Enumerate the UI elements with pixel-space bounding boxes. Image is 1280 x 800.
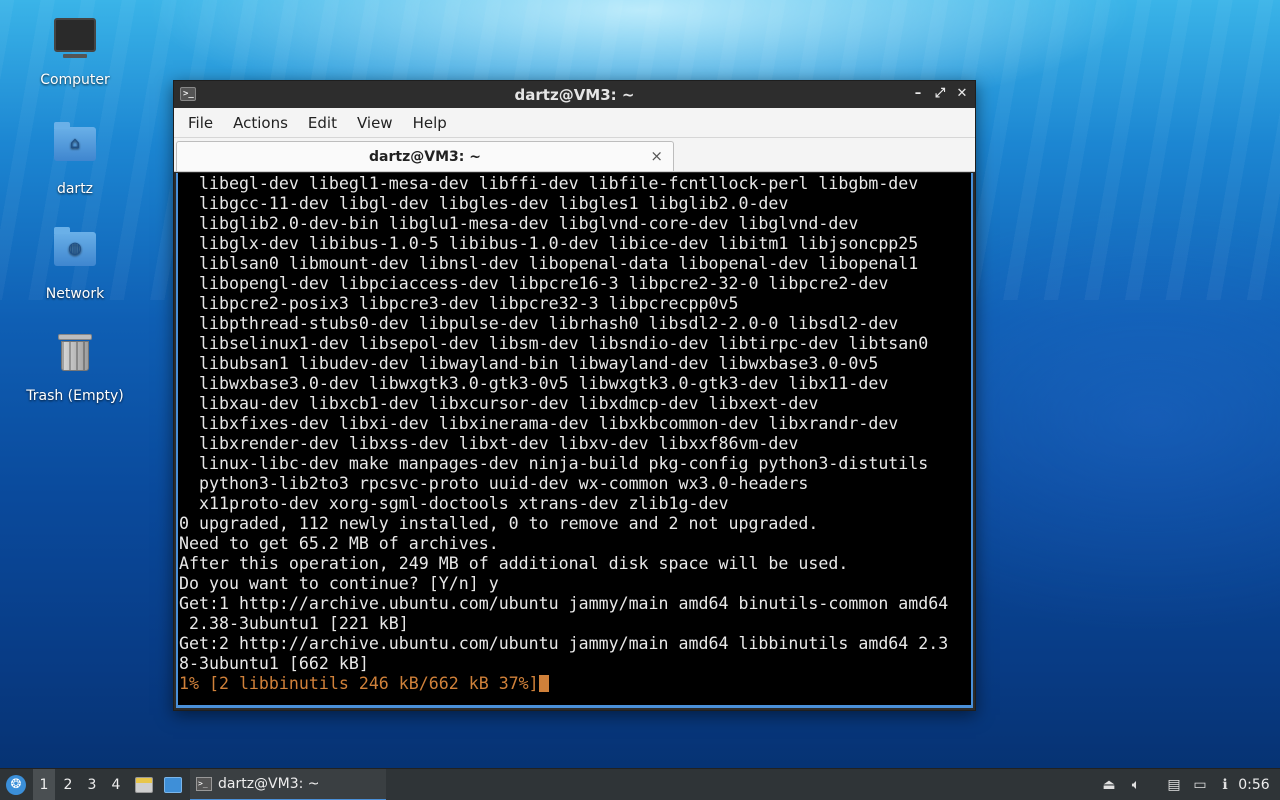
home-folder-icon: ⌂ [51, 122, 99, 175]
terminal-icon: >_ [196, 777, 212, 791]
clipboard-icon[interactable]: ▤ [1163, 769, 1185, 800]
terminal-line: libxfixes-dev libxi-dev libxinerama-dev … [198, 414, 899, 433]
terminal-line: libopengl-dev libpciaccess-dev libpcre16… [198, 274, 889, 293]
terminal-line: Get:1 http://archive.ubuntu.com/ubuntu j… [179, 594, 949, 613]
terminal-line: libxau-dev libxcb1-dev libxcursor-dev li… [198, 394, 819, 413]
tab-strip: dartz@VM3: ~ × [174, 138, 975, 172]
computer-icon [51, 18, 99, 66]
network-folder-icon: ◍ [51, 227, 99, 280]
menu-view[interactable]: View [347, 108, 403, 138]
terminal-line: 8-3ubuntu1 [662 kB] [179, 654, 369, 673]
terminal-line: linux-libc-dev make manpages-dev ninja-b… [198, 454, 929, 473]
workspace-1[interactable]: 1 [33, 769, 55, 800]
terminal-line: libxrender-dev libxss-dev libxt-dev libx… [198, 434, 799, 453]
terminal-line: After this operation, 249 MB of addition… [179, 554, 849, 573]
lubuntu-logo-icon: ❂ [6, 775, 26, 795]
window-titlebar[interactable]: >_ dartz@VM3: ~ – ⤢ ✕ [174, 81, 975, 108]
workspace-2[interactable]: 2 [57, 769, 79, 800]
terminal-line: libpthread-stubs0-dev libpulse-dev librh… [198, 314, 899, 333]
tab-terminal[interactable]: dartz@VM3: ~ × [176, 141, 674, 171]
terminal-line: Need to get 65.2 MB of archives. [179, 534, 499, 553]
minimize-icon[interactable]: – [911, 85, 925, 103]
terminal-line: x11proto-dev xorg-sgml-doctools xtrans-d… [198, 494, 729, 513]
maximize-icon[interactable]: ⤢ [933, 85, 947, 103]
menu-actions[interactable]: Actions [223, 108, 298, 138]
desktop-icon-label: Trash (Empty) [26, 388, 124, 404]
terminal-line: libglx-dev libibus-1.0-5 libibus-1.0-dev… [198, 234, 919, 253]
terminal-line: libubsan1 libudev-dev libwayland-bin lib… [198, 354, 879, 373]
tab-label: dartz@VM3: ~ [369, 148, 481, 165]
desktop-icon-network[interactable]: ◍ Network [20, 226, 130, 302]
file-manager-icon [135, 777, 153, 793]
desktop-icon-label: dartz [56, 181, 94, 197]
terminal-line: 0 upgraded, 112 newly installed, 0 to re… [179, 514, 819, 533]
terminal-window: >_ dartz@VM3: ~ – ⤢ ✕ File Actions Edit … [173, 80, 976, 711]
terminal-line: libegl-dev libegl1-mesa-dev libffi-dev l… [198, 174, 919, 193]
terminal-output[interactable]: libegl-dev libegl1-mesa-dev libffi-dev l… [176, 173, 973, 708]
desktop-icon-trash[interactable]: Trash (Empty) [20, 330, 130, 404]
terminal-line: 2.38-3ubuntu1 [221 kB] [188, 614, 409, 633]
package-updates-icon[interactable]: ⏏ [1098, 769, 1120, 800]
terminal-line: liblsan0 libmount-dev libnsl-dev libopen… [198, 254, 919, 273]
terminal-line: Do you want to continue? [Y/n] y [179, 574, 499, 593]
network-status-icon[interactable]: ▭ [1189, 769, 1211, 800]
start-menu-button[interactable]: ❂ [4, 769, 28, 800]
terminal-text: libegl-dev libegl1-mesa-dev libffi-dev l… [179, 174, 948, 694]
terminal-line: libselinux1-dev libsepol-dev libsm-dev l… [198, 334, 929, 353]
menubar: File Actions Edit View Help [174, 108, 975, 138]
volume-icon[interactable]: 🔈︎ [1125, 769, 1147, 800]
terminal-line: libgcc-11-dev libgl-dev libgles-dev libg… [198, 194, 789, 213]
close-icon[interactable]: ✕ [955, 85, 969, 103]
trash-icon [51, 334, 99, 382]
workspace-4[interactable]: 4 [105, 769, 127, 800]
file-manager-launcher[interactable] [133, 769, 155, 800]
menu-file[interactable]: File [178, 108, 223, 138]
taskbar-window-label: dartz@VM3: ~ [218, 776, 320, 792]
desktop-icon-label: Network [45, 286, 105, 302]
desktop-icon-label: Computer [40, 72, 110, 88]
terminal-line: libglib2.0-dev-bin libglu1-mesa-dev libg… [198, 214, 859, 233]
desktop-icon-home[interactable]: ⌂ dartz [20, 121, 130, 197]
terminal-line: Get:2 http://archive.ubuntu.com/ubuntu j… [179, 634, 949, 653]
terminal-line: libwxbase3.0-dev libwxgtk3.0-gtk3-0v5 li… [198, 374, 889, 393]
terminal-line: libpcre2-posix3 libpcre3-dev libpcre32-3… [198, 294, 739, 313]
menu-help[interactable]: Help [403, 108, 457, 138]
taskbar-window-terminal[interactable]: >_ dartz@VM3: ~ [190, 769, 386, 800]
clock[interactable]: 0:56 [1234, 769, 1274, 800]
terminal-app-icon[interactable]: >_ [180, 87, 196, 101]
show-desktop-icon [164, 777, 182, 793]
window-title: dartz@VM3: ~ [514, 85, 635, 104]
terminal-line: python3-lib2to3 rpcsvc-proto uuid-dev wx… [198, 474, 809, 493]
tab-close-icon[interactable]: × [650, 147, 663, 165]
notification-icon[interactable]: ℹ [1214, 769, 1236, 800]
show-desktop-button[interactable] [161, 769, 185, 800]
workspace-3[interactable]: 3 [81, 769, 103, 800]
terminal-cursor [538, 675, 549, 692]
menu-edit[interactable]: Edit [298, 108, 347, 138]
download-progress-line: 1% [2 libbinutils 246 kB/662 kB 37%] [179, 674, 539, 693]
desktop-icon-computer[interactable]: Computer [20, 16, 130, 88]
taskbar: ❂ 1 2 3 4 >_ dartz@VM3: ~ ⏏ 🔈︎ ▤ ▭ ℹ 0:5… [0, 768, 1280, 800]
